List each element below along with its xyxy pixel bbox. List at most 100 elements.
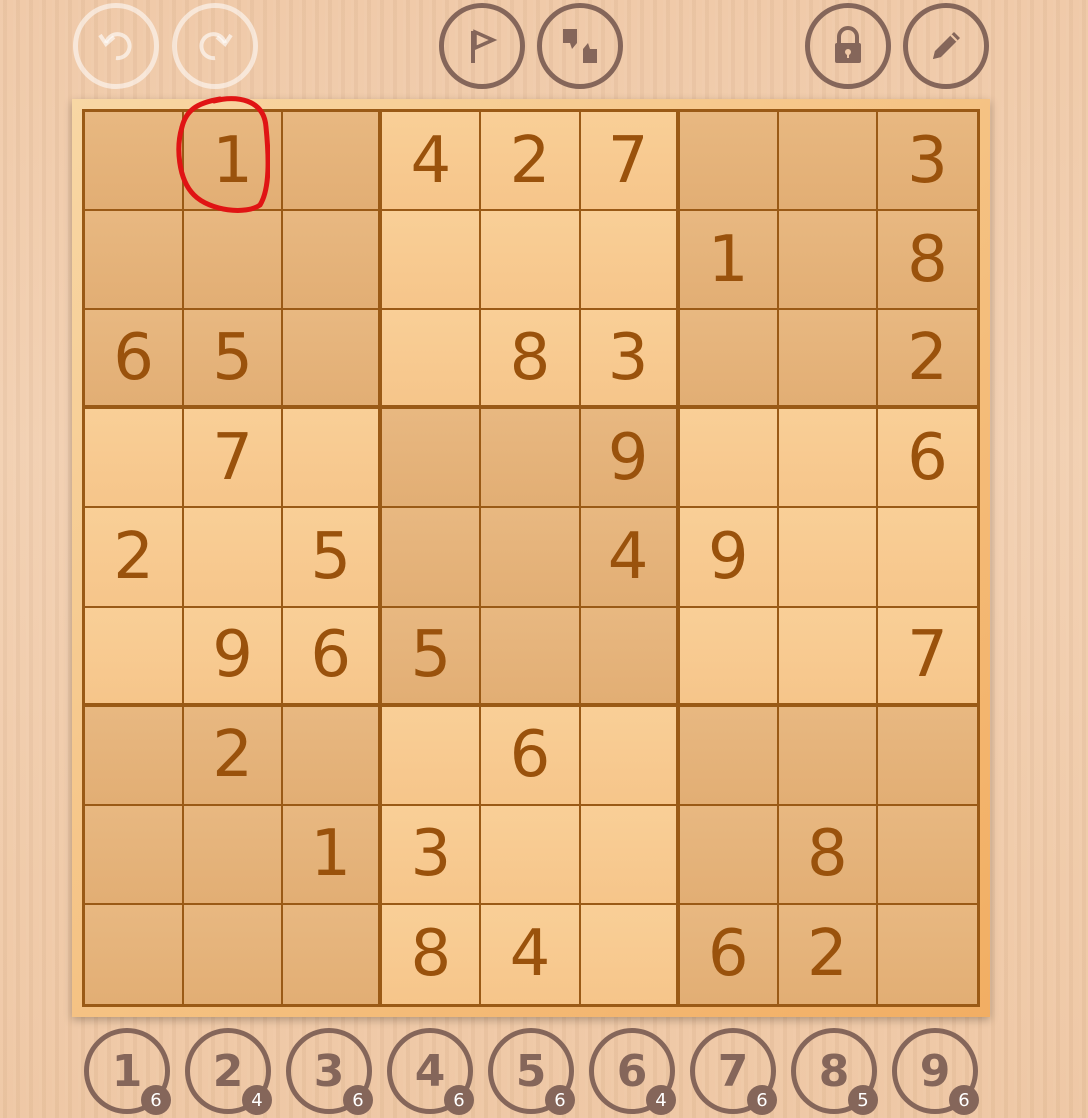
- board-cell[interactable]: [778, 706, 878, 806]
- board-cell[interactable]: [184, 805, 284, 905]
- board-cell[interactable]: [877, 706, 977, 806]
- board-cell[interactable]: [679, 409, 779, 509]
- board-cell[interactable]: 8: [481, 310, 581, 410]
- pencil-button[interactable]: [903, 3, 989, 89]
- number-button-1[interactable]: 16: [84, 1028, 171, 1115]
- board-cell[interactable]: [481, 211, 581, 311]
- board-cell[interactable]: [580, 211, 680, 311]
- board-cell[interactable]: [85, 805, 185, 905]
- board-cell[interactable]: 8: [778, 805, 878, 905]
- board-cell[interactable]: [382, 409, 482, 509]
- board-cell[interactable]: [382, 211, 482, 311]
- board-cell[interactable]: 8: [877, 211, 977, 311]
- board-cell[interactable]: [679, 805, 779, 905]
- board-cell[interactable]: [679, 607, 779, 707]
- board-cell[interactable]: [283, 706, 383, 806]
- board-cell[interactable]: [283, 211, 383, 311]
- board-cell[interactable]: 2: [85, 508, 185, 608]
- board-cell[interactable]: 7: [184, 409, 284, 509]
- undo-button[interactable]: [73, 3, 159, 89]
- board-cell[interactable]: [481, 805, 581, 905]
- board-cell[interactable]: 1: [283, 805, 383, 905]
- board-cell[interactable]: 3: [382, 805, 482, 905]
- board-cell[interactable]: [283, 409, 383, 509]
- board-cell[interactable]: [283, 904, 383, 1004]
- board-cell[interactable]: [85, 706, 185, 806]
- board-cell[interactable]: 1: [184, 112, 284, 212]
- board-cell[interactable]: [382, 706, 482, 806]
- board-cell[interactable]: 2: [481, 112, 581, 212]
- board-cell[interactable]: [283, 310, 383, 410]
- number-button-9[interactable]: 96: [892, 1028, 979, 1115]
- board-cell[interactable]: 8: [382, 904, 482, 1004]
- board-cell[interactable]: 5: [283, 508, 383, 608]
- board-cell[interactable]: 3: [580, 310, 680, 410]
- number-digit: 5: [515, 1045, 547, 1097]
- board-cell[interactable]: [85, 211, 185, 311]
- board-cell[interactable]: 4: [382, 112, 482, 212]
- board-cell[interactable]: 1: [679, 211, 779, 311]
- board-cell[interactable]: [877, 508, 977, 608]
- board-cell[interactable]: 7: [580, 112, 680, 212]
- redo-button[interactable]: [172, 3, 258, 89]
- board-cell[interactable]: [382, 508, 482, 608]
- number-button-2[interactable]: 24: [185, 1028, 272, 1115]
- lock-button[interactable]: [805, 3, 891, 89]
- board-cell[interactable]: 2: [778, 904, 878, 1004]
- board-cell[interactable]: 6: [481, 706, 581, 806]
- number-button-5[interactable]: 56: [488, 1028, 575, 1115]
- board-cell[interactable]: 4: [580, 508, 680, 608]
- board-cell[interactable]: [481, 409, 581, 509]
- board-cell[interactable]: [778, 409, 878, 509]
- board-cell[interactable]: 3: [877, 112, 977, 212]
- board-cell[interactable]: 2: [184, 706, 284, 806]
- flag-button[interactable]: [439, 3, 525, 89]
- board-cell[interactable]: [778, 310, 878, 410]
- number-button-8[interactable]: 85: [791, 1028, 878, 1115]
- board-cell[interactable]: 9: [580, 409, 680, 509]
- board-cell[interactable]: 6: [283, 607, 383, 707]
- board-cell[interactable]: [184, 904, 284, 1004]
- board-cell[interactable]: 2: [877, 310, 977, 410]
- number-button-6[interactable]: 64: [589, 1028, 676, 1115]
- board-cell[interactable]: [481, 607, 581, 707]
- board-cell[interactable]: 5: [184, 310, 284, 410]
- board-cell[interactable]: [85, 409, 185, 509]
- board-cell[interactable]: [679, 112, 779, 212]
- number-button-4[interactable]: 46: [387, 1028, 474, 1115]
- board-cell[interactable]: 4: [481, 904, 581, 1004]
- board-cell[interactable]: [778, 112, 878, 212]
- board-cell[interactable]: [679, 706, 779, 806]
- board-cell[interactable]: [877, 904, 977, 1004]
- board-cell[interactable]: [580, 706, 680, 806]
- board-cell[interactable]: [85, 607, 185, 707]
- remaining-count-badge: 6: [747, 1085, 777, 1115]
- lock-icon: [835, 26, 861, 63]
- board-cell[interactable]: 6: [85, 310, 185, 410]
- hint-button[interactable]: [537, 3, 623, 89]
- board-cell[interactable]: [778, 508, 878, 608]
- board-cell[interactable]: 7: [877, 607, 977, 707]
- board-cell[interactable]: 9: [184, 607, 284, 707]
- board-cell[interactable]: [85, 112, 185, 212]
- number-button-3[interactable]: 36: [286, 1028, 373, 1115]
- board-cell[interactable]: [184, 211, 284, 311]
- remaining-count-badge: 6: [444, 1085, 474, 1115]
- board-cell[interactable]: [679, 310, 779, 410]
- board-cell[interactable]: [580, 607, 680, 707]
- board-cell[interactable]: [481, 508, 581, 608]
- board-cell[interactable]: [283, 112, 383, 212]
- board-cell[interactable]: [778, 607, 878, 707]
- board-cell[interactable]: 6: [877, 409, 977, 509]
- board-cell[interactable]: 9: [679, 508, 779, 608]
- board-cell[interactable]: [778, 211, 878, 311]
- board-cell[interactable]: [85, 904, 185, 1004]
- board-cell[interactable]: [580, 904, 680, 1004]
- board-cell[interactable]: 5: [382, 607, 482, 707]
- board-cell[interactable]: [184, 508, 284, 608]
- number-button-7[interactable]: 76: [690, 1028, 777, 1115]
- board-cell[interactable]: 6: [679, 904, 779, 1004]
- board-cell[interactable]: [877, 805, 977, 905]
- board-cell[interactable]: [382, 310, 482, 410]
- board-cell[interactable]: [580, 805, 680, 905]
